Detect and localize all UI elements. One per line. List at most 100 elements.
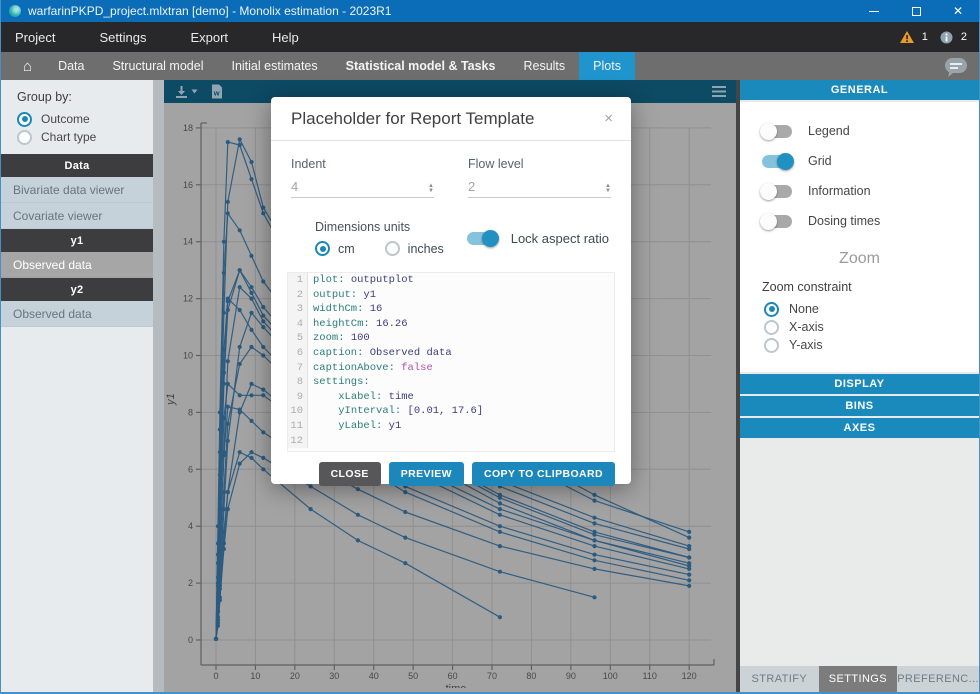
- code-line-4[interactable]: 4heightCm: 16.26: [288, 317, 614, 332]
- menu-project[interactable]: Project: [1, 30, 70, 45]
- code-line-1[interactable]: 1plot: outputplot: [288, 273, 614, 288]
- menu-export[interactable]: Export: [175, 30, 243, 45]
- data-point[interactable]: [261, 467, 265, 471]
- info-icon[interactable]: [940, 31, 953, 44]
- data-point[interactable]: [261, 388, 265, 392]
- data-point[interactable]: [238, 285, 242, 289]
- data-point[interactable]: [498, 507, 502, 511]
- group-by-chart-type[interactable]: Chart type: [11, 128, 153, 146]
- data-point[interactable]: [261, 456, 265, 460]
- data-point[interactable]: [249, 160, 253, 164]
- data-point[interactable]: [687, 555, 691, 559]
- data-point[interactable]: [498, 493, 502, 497]
- download-icon[interactable]: [174, 85, 198, 99]
- data-point[interactable]: [498, 570, 502, 574]
- data-point[interactable]: [226, 200, 230, 204]
- data-point[interactable]: [592, 493, 596, 497]
- data-point[interactable]: [249, 450, 253, 454]
- close-icon[interactable]: ×: [600, 109, 617, 128]
- data-point[interactable]: [249, 419, 253, 423]
- data-point[interactable]: [218, 595, 222, 599]
- data-point[interactable]: [261, 206, 265, 210]
- warning-icon[interactable]: [900, 31, 914, 43]
- data-point[interactable]: [226, 490, 230, 494]
- data-point[interactable]: [222, 453, 226, 457]
- code-line-2[interactable]: 2output: y1: [288, 288, 614, 303]
- data-point[interactable]: [238, 393, 242, 397]
- data-point[interactable]: [592, 499, 596, 503]
- sidebar-item-observed-data-y2[interactable]: Observed data: [1, 301, 153, 327]
- section-general[interactable]: GENERAL: [740, 80, 979, 100]
- data-point[interactable]: [218, 544, 222, 548]
- code-line-8[interactable]: 8settings:: [288, 375, 614, 390]
- data-point[interactable]: [592, 530, 596, 534]
- radio-none[interactable]: [764, 302, 779, 317]
- data-point[interactable]: [238, 345, 242, 349]
- radio-y-axis[interactable]: [764, 338, 779, 353]
- data-point[interactable]: [261, 430, 265, 434]
- code-line-6[interactable]: 6caption: Observed data: [288, 346, 614, 361]
- data-point[interactable]: [249, 328, 253, 332]
- code-line-9[interactable]: 9 xLabel: time: [288, 390, 614, 405]
- data-point[interactable]: [238, 408, 242, 412]
- lock-aspect-ratio-toggle[interactable]: [467, 232, 497, 245]
- home-tab[interactable]: ⌂: [1, 52, 44, 80]
- data-point[interactable]: [687, 530, 691, 534]
- word-export-icon[interactable]: w: [210, 84, 223, 99]
- data-point[interactable]: [498, 615, 502, 619]
- data-point[interactable]: [592, 544, 596, 548]
- radio-cm[interactable]: [315, 241, 330, 256]
- data-point[interactable]: [222, 371, 226, 375]
- minimize-button[interactable]: [853, 0, 895, 22]
- data-point[interactable]: [249, 254, 253, 258]
- data-point[interactable]: [226, 382, 230, 386]
- radio-x-axis[interactable]: [764, 320, 779, 335]
- data-point[interactable]: [356, 538, 360, 542]
- data-point[interactable]: [249, 177, 253, 181]
- tab-plots[interactable]: Plots: [579, 52, 635, 80]
- tab-preferences[interactable]: PREFERENC...: [897, 666, 979, 692]
- data-point[interactable]: [261, 279, 265, 283]
- data-point[interactable]: [226, 211, 230, 215]
- maximize-button[interactable]: [895, 0, 937, 22]
- code-line-3[interactable]: 3widthCm: 16: [288, 302, 614, 317]
- tab-data[interactable]: Data: [44, 52, 98, 80]
- data-point[interactable]: [238, 450, 242, 454]
- data-point[interactable]: [238, 308, 242, 312]
- tab-stratify[interactable]: STRATIFY: [740, 666, 819, 692]
- code-line-5[interactable]: 5zoom: 100: [288, 331, 614, 346]
- data-point[interactable]: [687, 567, 691, 571]
- section-bins[interactable]: BINS: [740, 396, 979, 416]
- data-point[interactable]: [687, 536, 691, 540]
- group-by-outcome[interactable]: Outcome: [11, 110, 153, 128]
- data-point[interactable]: [249, 456, 253, 460]
- data-point[interactable]: [309, 507, 313, 511]
- sidebar-item-observed-data-y1[interactable]: Observed data: [1, 252, 153, 278]
- feedback-chat-icon[interactable]: [945, 58, 967, 73]
- hamburger-icon[interactable]: [712, 86, 726, 97]
- data-point[interactable]: [498, 530, 502, 534]
- data-point[interactable]: [238, 228, 242, 232]
- flow-level-stepper[interactable]: ▲▼: [601, 184, 611, 194]
- data-point[interactable]: [403, 536, 407, 540]
- data-point[interactable]: [222, 271, 226, 275]
- radio-chart-type[interactable]: [17, 130, 32, 145]
- data-point[interactable]: [226, 299, 230, 303]
- data-point[interactable]: [249, 291, 253, 295]
- sidebar-item-covariate-viewer[interactable]: Covariate viewer: [1, 203, 153, 229]
- code-line-7[interactable]: 7captionAbove: false: [288, 361, 614, 376]
- data-point[interactable]: [216, 575, 220, 579]
- data-point[interactable]: [226, 359, 230, 363]
- data-point[interactable]: [216, 621, 220, 625]
- tab-initial-estimates[interactable]: Initial estimates: [217, 52, 331, 80]
- data-point[interactable]: [592, 553, 596, 557]
- data-point[interactable]: [356, 487, 360, 491]
- tab-results[interactable]: Results: [509, 52, 579, 80]
- data-point[interactable]: [592, 516, 596, 520]
- data-point[interactable]: [226, 140, 230, 144]
- tab-statistical-model-tasks[interactable]: Statistical model & Tasks: [332, 52, 510, 80]
- data-point[interactable]: [356, 513, 360, 517]
- data-point[interactable]: [687, 578, 691, 582]
- section-display[interactable]: DISPLAY: [740, 374, 979, 394]
- data-point[interactable]: [261, 319, 265, 323]
